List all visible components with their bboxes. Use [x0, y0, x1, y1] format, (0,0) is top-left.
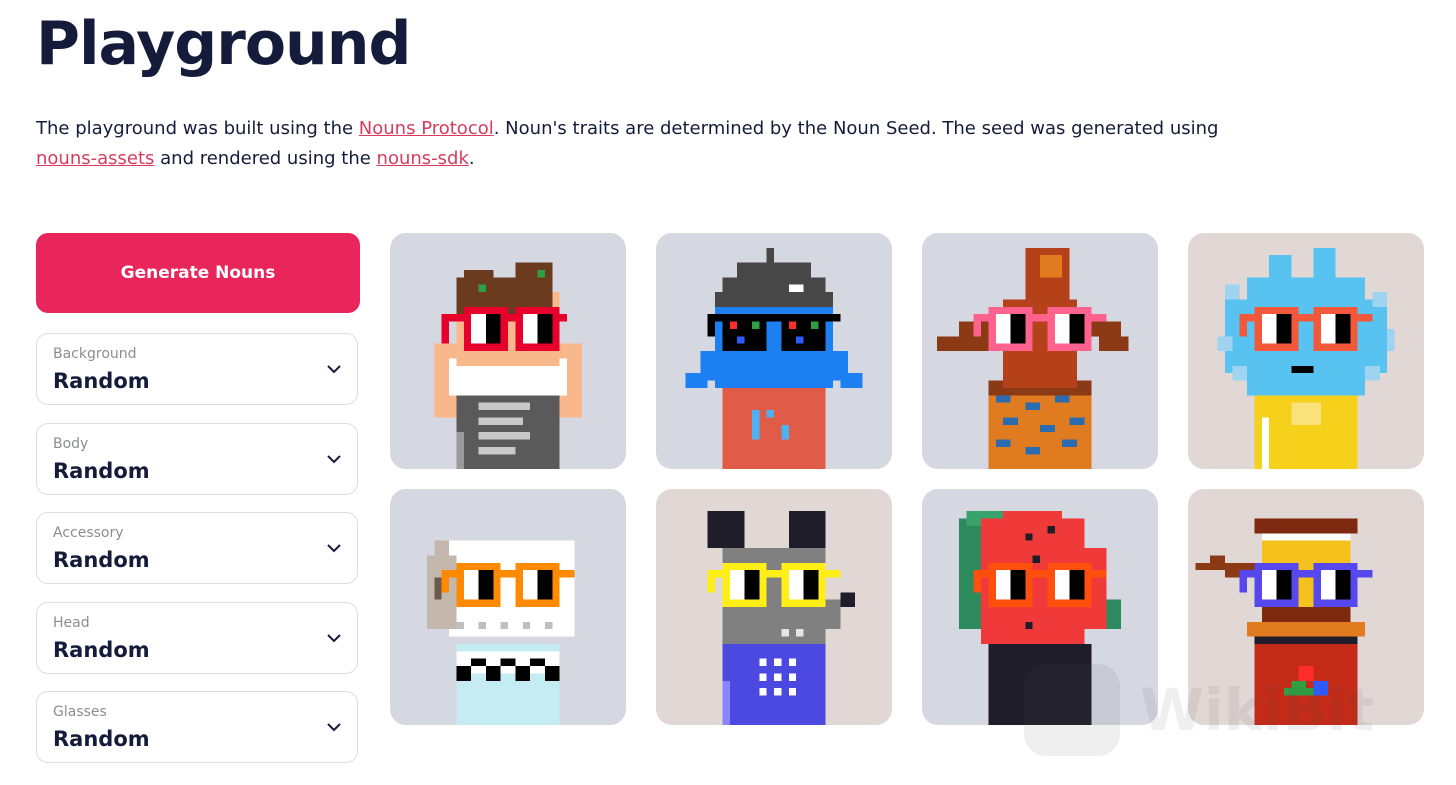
- chevron-down-icon: [327, 544, 341, 553]
- select-label: Accessory: [53, 525, 124, 541]
- chevron-down-icon: [327, 365, 341, 374]
- intro-text: and rendered using the: [154, 148, 377, 169]
- select-value: Random: [53, 727, 150, 751]
- select-label: Background: [53, 346, 137, 362]
- nouns-assets-link[interactable]: nouns-assets: [36, 148, 154, 169]
- generate-nouns-button[interactable]: Generate Nouns: [36, 233, 360, 313]
- body-select[interactable]: Body Random: [36, 423, 358, 495]
- watermark: WikiBit: [1020, 660, 1440, 764]
- noun-image: [390, 233, 626, 469]
- noun-card[interactable]: [656, 233, 892, 469]
- glasses-select[interactable]: Glasses Random: [36, 691, 358, 763]
- nouns-protocol-link[interactable]: Nouns Protocol: [359, 118, 494, 139]
- intro-paragraph: The playground was built using the Nouns…: [36, 114, 1236, 174]
- intro-text: The playground was built using the: [36, 118, 359, 139]
- page-title: Playground: [36, 9, 411, 79]
- background-select[interactable]: Background Random: [36, 333, 358, 405]
- noun-card[interactable]: [390, 233, 626, 469]
- noun-image: [656, 233, 892, 469]
- select-label: Body: [53, 436, 89, 452]
- chevron-down-icon: [327, 455, 341, 464]
- noun-card[interactable]: [1188, 233, 1424, 469]
- noun-image: [922, 233, 1158, 469]
- noun-card[interactable]: [390, 489, 626, 725]
- chevron-down-icon: [327, 723, 341, 732]
- intro-text: .: [468, 148, 475, 169]
- noun-image: [656, 489, 892, 725]
- select-value: Random: [53, 369, 150, 393]
- noun-card[interactable]: [922, 233, 1158, 469]
- watermark-text: WikiBit: [1140, 676, 1374, 744]
- noun-image: [1188, 233, 1424, 469]
- chevron-down-icon: [327, 634, 341, 643]
- select-label: Head: [53, 615, 90, 631]
- nouns-sdk-link[interactable]: nouns-sdk: [377, 148, 469, 169]
- noun-image: [390, 489, 626, 725]
- intro-text: . Noun's traits are determined by the No…: [493, 118, 1219, 139]
- accessory-select[interactable]: Accessory Random: [36, 512, 358, 584]
- head-select[interactable]: Head Random: [36, 602, 358, 674]
- select-value: Random: [53, 548, 150, 572]
- noun-card[interactable]: [656, 489, 892, 725]
- select-label: Glasses: [53, 704, 107, 720]
- select-value: Random: [53, 638, 150, 662]
- select-value: Random: [53, 459, 150, 483]
